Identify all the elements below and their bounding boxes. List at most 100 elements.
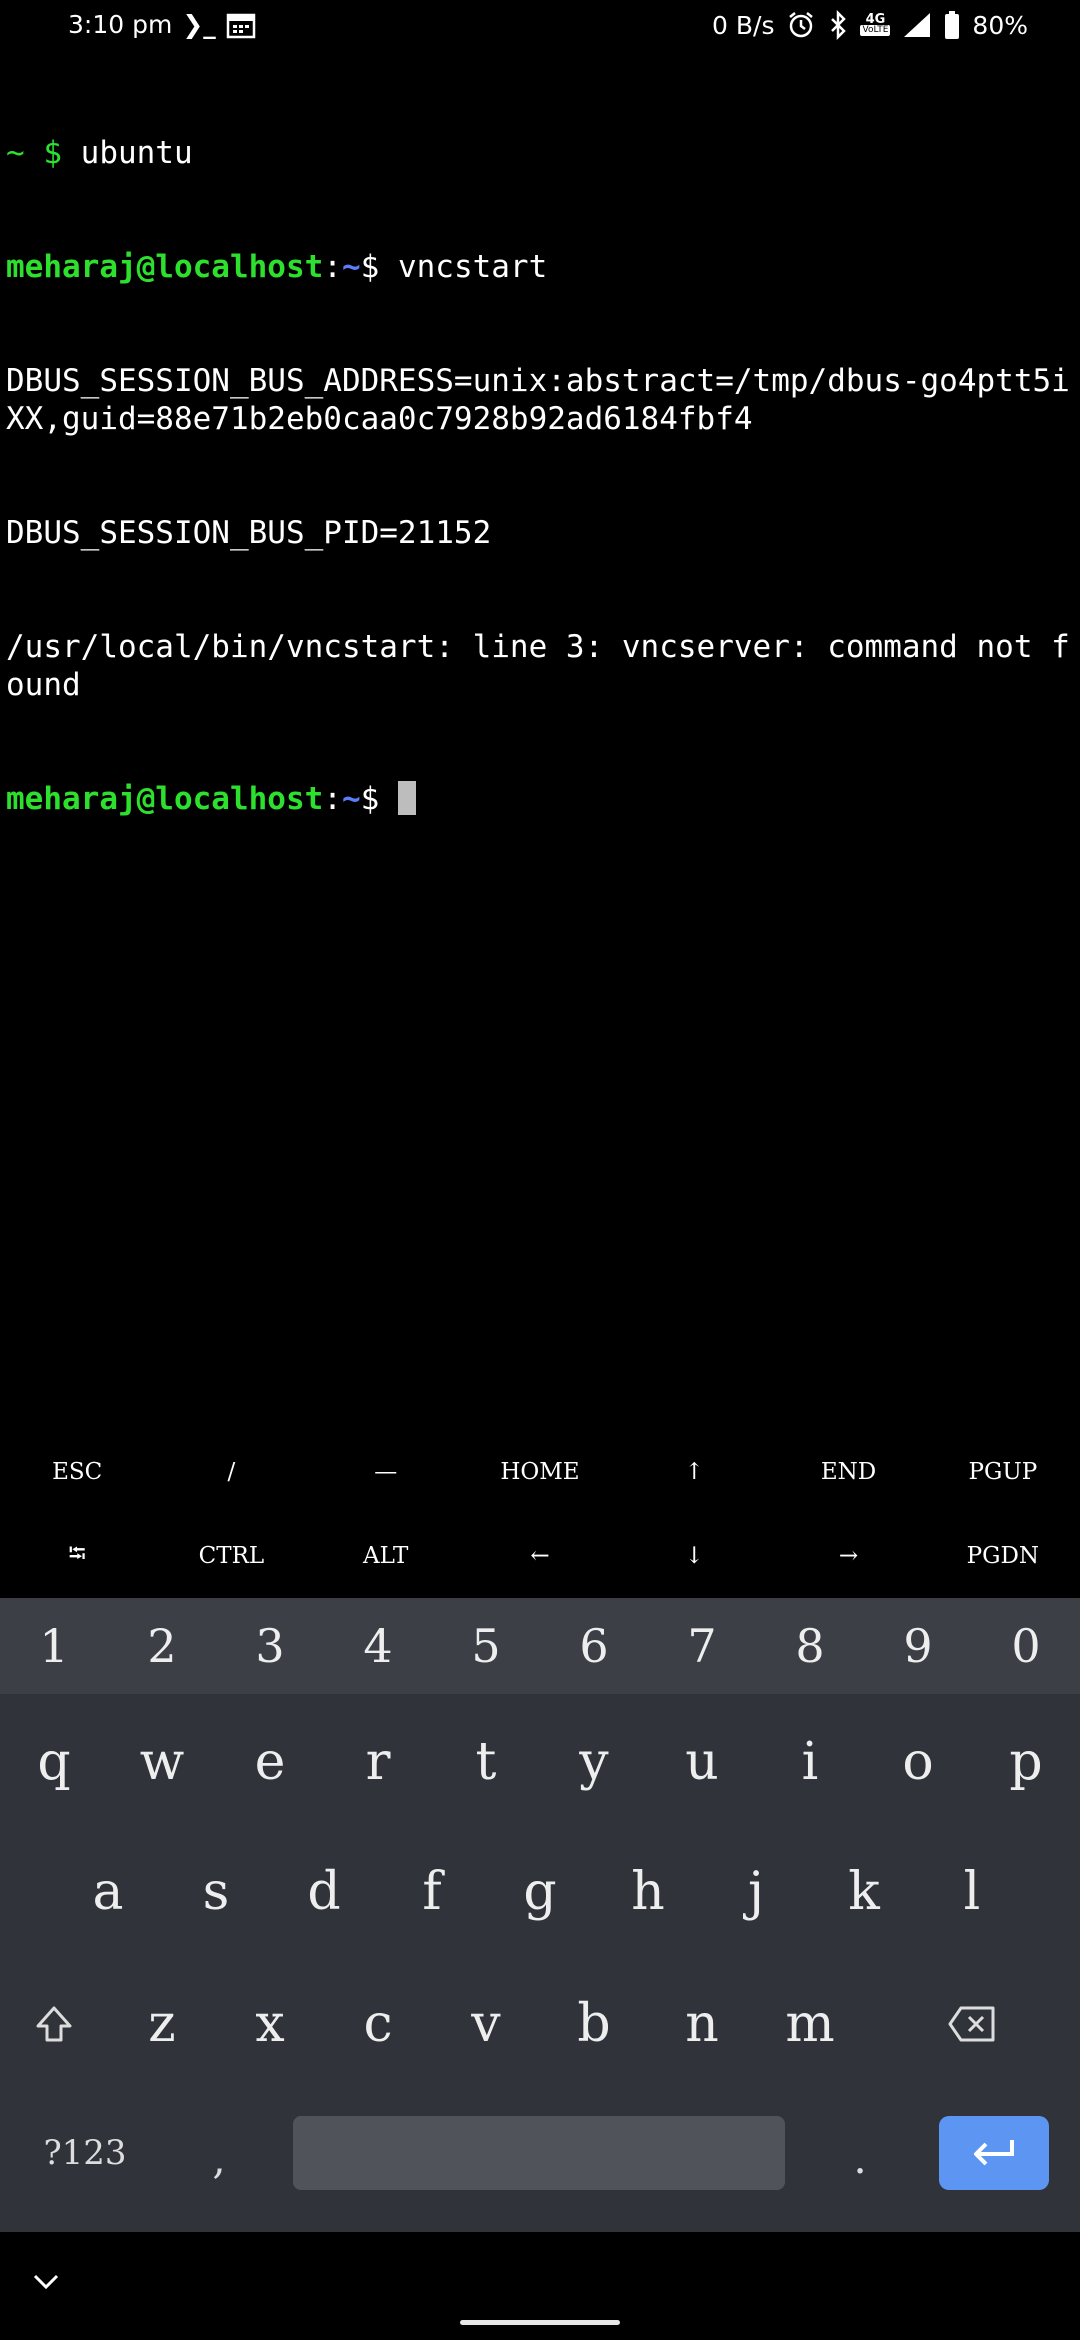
backspace-key[interactable]	[864, 1964, 1080, 2084]
ctrl-key[interactable]: CTRL	[154, 1514, 308, 1598]
arrow-right-key[interactable]: →	[771, 1514, 925, 1598]
terminal-output[interactable]: ~ $ ubuntu meharaj@localhost:~$ vncstart…	[6, 58, 1076, 856]
key-j[interactable]: j	[702, 1832, 810, 1952]
key-7[interactable]: 7	[648, 1598, 756, 1694]
home-prompt: ~ $	[6, 135, 81, 171]
alarm-icon	[786, 10, 816, 40]
bluetooth-icon	[828, 10, 848, 40]
space-key[interactable]	[293, 2116, 785, 2190]
command-text: vncstart	[397, 249, 548, 285]
key-9[interactable]: 9	[864, 1598, 972, 1694]
terminal-line: meharaj@localhost:~$ vncstart	[6, 248, 1076, 286]
key-r[interactable]: r	[324, 1702, 432, 1822]
soft-keyboard: 1 2 3 4 5 6 7 8 9 0 q w e r t y u i o p …	[0, 1598, 1080, 2232]
prompt-path: ~	[341, 781, 361, 817]
prompt-path: ~	[341, 249, 361, 285]
hide-keyboard-button[interactable]	[26, 2262, 66, 2302]
key-3[interactable]: 3	[216, 1598, 324, 1694]
key-k[interactable]: k	[810, 1832, 918, 1952]
symbols-key[interactable]: ?123	[30, 2118, 140, 2188]
key-f[interactable]: f	[378, 1832, 486, 1952]
key-s[interactable]: s	[162, 1832, 270, 1952]
terminal-output-line: DBUS_SESSION_BUS_ADDRESS=unix:abstract=/…	[6, 363, 1070, 437]
key-o[interactable]: o	[864, 1702, 972, 1822]
data-speed: 0 B/s	[712, 10, 775, 40]
prompt-user-host: meharaj@localhost	[6, 781, 324, 817]
extra-keys-row-1: ESC / — HOME ↑ END PGUP	[0, 1430, 1080, 1514]
comma-key[interactable]: ,	[165, 2118, 273, 2198]
status-time: 3:10 pm	[68, 10, 173, 39]
key-0[interactable]: 0	[972, 1598, 1080, 1694]
key-i[interactable]: i	[756, 1702, 864, 1822]
arrow-up-key[interactable]: ↑	[617, 1430, 771, 1514]
alt-key[interactable]: ALT	[309, 1514, 463, 1598]
signal-icon	[902, 11, 932, 39]
key-z[interactable]: z	[108, 1964, 216, 2084]
prompt-colon: :	[323, 249, 342, 285]
status-bar: 3:10 pm ❯_ 0 B/s 4G VoLTE 80%	[0, 0, 1080, 54]
key-d[interactable]: d	[270, 1832, 378, 1952]
key-2[interactable]: 2	[108, 1598, 216, 1694]
key-b[interactable]: b	[540, 1964, 648, 2084]
arrow-left-key[interactable]: ←	[463, 1514, 617, 1598]
terminal-output-line: DBUS_SESSION_BUS_PID=21152	[6, 515, 492, 551]
extra-keys-bar: ESC / — HOME ↑ END PGUP ⭾ CTRL ALT ← ↓ →…	[0, 1430, 1080, 1598]
key-t[interactable]: t	[432, 1702, 540, 1822]
battery-icon	[944, 10, 960, 40]
key-w[interactable]: w	[108, 1702, 216, 1822]
letter-row-3: z x c v b n m	[0, 1964, 1080, 2084]
extra-keys-row-2: ⭾ CTRL ALT ← ↓ → PGDN	[0, 1514, 1080, 1598]
end-key[interactable]: END	[771, 1430, 925, 1514]
esc-key[interactable]: ESC	[0, 1430, 154, 1514]
terminal-line: ~ $ ubuntu	[6, 134, 1076, 172]
letter-row-2: a s d f g h j k l	[54, 1832, 1026, 1952]
battery-percentage: 80%	[972, 10, 1028, 40]
key-h[interactable]: h	[594, 1832, 702, 1952]
key-g[interactable]: g	[486, 1832, 594, 1952]
key-y[interactable]: y	[540, 1702, 648, 1822]
terminal-notification-icon: ❯_	[182, 10, 216, 39]
tab-key[interactable]: ⭾	[0, 1514, 154, 1598]
key-e[interactable]: e	[216, 1702, 324, 1822]
home-gesture-pill[interactable]	[460, 2320, 620, 2325]
arrow-down-key[interactable]: ↓	[617, 1514, 771, 1598]
terminal-cursor	[397, 781, 416, 815]
shift-icon	[36, 2006, 72, 2042]
calendar-icon	[226, 11, 256, 39]
slash-key[interactable]: /	[154, 1430, 308, 1514]
key-m[interactable]: m	[756, 1964, 864, 2084]
terminal-line: meharaj@localhost:~$	[6, 780, 1076, 818]
key-n[interactable]: n	[648, 1964, 756, 2084]
home-key[interactable]: HOME	[463, 1430, 617, 1514]
key-1[interactable]: 1	[0, 1598, 108, 1694]
key-l[interactable]: l	[918, 1832, 1026, 1952]
number-row: 1 2 3 4 5 6 7 8 9 0	[0, 1598, 1080, 1694]
command-text: ubuntu	[80, 135, 193, 171]
terminal-output-line: /usr/local/bin/vncstart: line 3: vncserv…	[6, 629, 1070, 703]
key-8[interactable]: 8	[756, 1598, 864, 1694]
key-6[interactable]: 6	[540, 1598, 648, 1694]
prompt-dollar: $	[360, 781, 398, 817]
key-4[interactable]: 4	[324, 1598, 432, 1694]
key-c[interactable]: c	[324, 1964, 432, 2084]
key-x[interactable]: x	[216, 1964, 324, 2084]
backspace-icon	[948, 2006, 995, 2042]
navigation-bar	[0, 2232, 1080, 2340]
key-p[interactable]: p	[972, 1702, 1080, 1822]
key-v[interactable]: v	[432, 1964, 540, 2084]
key-5[interactable]: 5	[432, 1598, 540, 1694]
dash-key[interactable]: —	[309, 1430, 463, 1514]
letter-row-1: q w e r t y u i o p	[0, 1702, 1080, 1822]
pgdn-key[interactable]: PGDN	[926, 1514, 1080, 1598]
network-type-icon: 4G VoLTE	[860, 12, 891, 36]
enter-icon	[974, 2140, 1014, 2166]
key-u[interactable]: u	[648, 1702, 756, 1822]
period-key[interactable]: .	[806, 2118, 914, 2198]
pgup-key[interactable]: PGUP	[926, 1430, 1080, 1514]
enter-key[interactable]	[939, 2116, 1049, 2190]
key-a[interactable]: a	[54, 1832, 162, 1952]
shift-key[interactable]	[0, 1964, 108, 2084]
key-q[interactable]: q	[0, 1702, 108, 1822]
prompt-colon: :	[323, 781, 342, 817]
chevron-down-icon	[33, 2274, 59, 2290]
